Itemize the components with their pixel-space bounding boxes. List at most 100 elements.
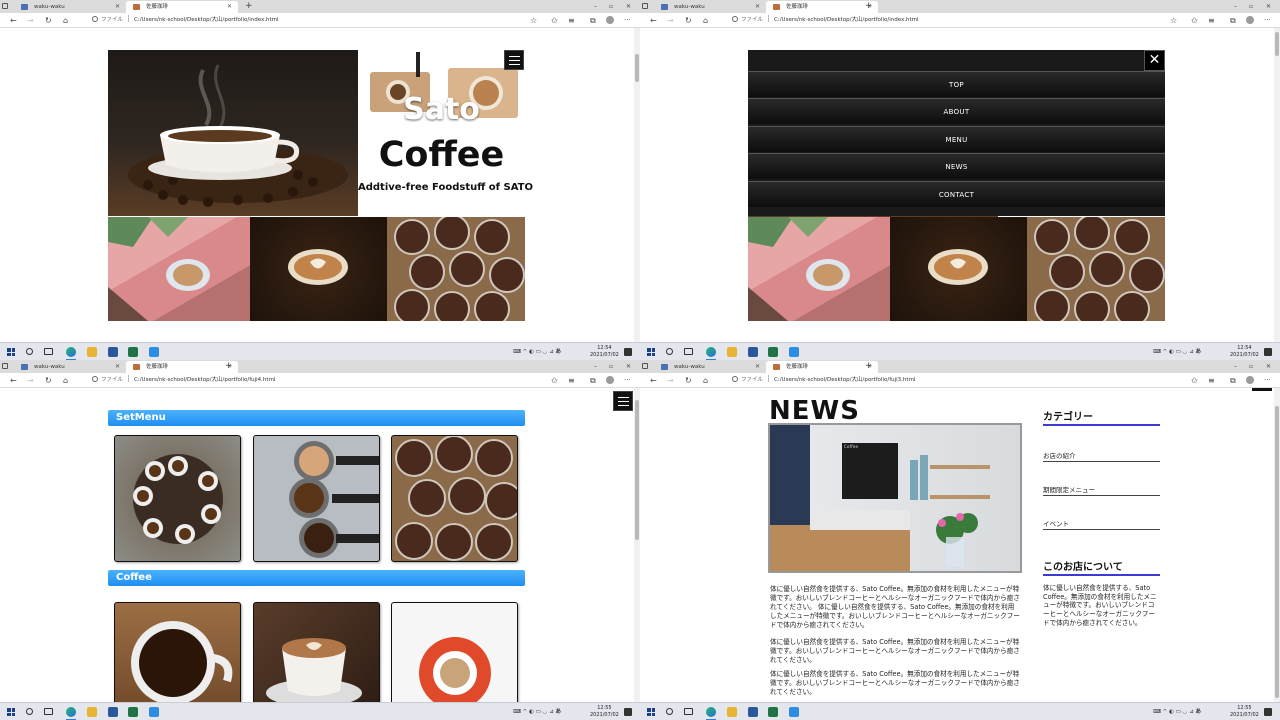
profile-avatar[interactable] xyxy=(1246,376,1254,384)
scrollbar[interactable] xyxy=(1274,388,1280,702)
profile-avatar[interactable] xyxy=(1246,16,1254,24)
favorites-icon[interactable]: ✩ xyxy=(551,373,558,388)
edge-icon[interactable] xyxy=(706,347,716,357)
tray-icons[interactable]: ⌨ ^ ◐ ▭ ◡ ⊿ あ xyxy=(513,343,561,360)
tab-sato-coffee[interactable]: 佐藤珈琲 ✕ xyxy=(766,361,878,373)
minimize-button[interactable]: – xyxy=(594,0,597,13)
ime-indicator[interactable]: あ xyxy=(555,349,561,355)
close-tab-icon[interactable]: ✕ xyxy=(115,361,120,373)
close-tab-icon[interactable]: ✕ xyxy=(755,361,760,373)
new-tab-button[interactable]: + xyxy=(245,0,253,13)
window-close-button[interactable]: ✕ xyxy=(626,360,631,373)
word-icon[interactable] xyxy=(108,707,118,717)
notification-icon[interactable] xyxy=(624,708,632,716)
forward-arrow-icon[interactable]: → xyxy=(27,373,34,388)
maximize-button[interactable]: ▫ xyxy=(609,0,613,13)
ime-indicator[interactable]: あ xyxy=(555,709,561,715)
scroll-thumb[interactable] xyxy=(635,400,639,540)
tab-sato-coffee[interactable]: 佐藤珈琲 ✕ xyxy=(126,361,238,373)
word-icon[interactable] xyxy=(108,347,118,357)
tab-wakuwaku[interactable]: waku-waku ✕ xyxy=(14,361,126,373)
collections-icon[interactable]: ⧉ xyxy=(1230,13,1236,28)
refresh-icon[interactable]: ↻ xyxy=(685,13,692,28)
category-link-limited-menu[interactable]: 期間限定メニュー xyxy=(1043,484,1160,496)
search-icon[interactable] xyxy=(26,348,33,355)
vscode-icon[interactable] xyxy=(149,707,159,717)
hamburger-menu-button[interactable] xyxy=(613,391,633,411)
file-explorer-icon[interactable] xyxy=(727,347,737,357)
scroll-thumb[interactable] xyxy=(1275,32,1279,56)
ime-indicator[interactable]: あ xyxy=(1195,709,1201,715)
edge-icon[interactable] xyxy=(706,707,716,717)
tab-sato-coffee[interactable]: 佐藤珈琲 ✕ xyxy=(126,1,238,13)
product-card-coffee-2[interactable] xyxy=(253,602,380,702)
windows-start-icon[interactable] xyxy=(7,348,15,356)
tab-sato-coffee[interactable]: 佐藤珈琲 ✕ xyxy=(766,1,878,13)
menu-item-top[interactable]: TOP xyxy=(748,71,1165,97)
windows-start-icon[interactable] xyxy=(647,708,655,716)
collections-icon[interactable]: ⧉ xyxy=(590,13,596,28)
windows-start-icon[interactable] xyxy=(7,708,15,716)
vscode-icon[interactable] xyxy=(789,707,799,717)
back-arrow-icon[interactable]: ← xyxy=(10,373,17,388)
task-view-icon[interactable] xyxy=(684,708,693,715)
edge-icon[interactable] xyxy=(66,347,76,357)
vscode-icon[interactable] xyxy=(789,347,799,357)
favorite-star-icon[interactable]: ☆ xyxy=(530,13,537,28)
search-icon[interactable] xyxy=(26,708,33,715)
reading-list-icon[interactable]: ≡ xyxy=(1208,373,1215,388)
product-card-coffee-3[interactable] xyxy=(391,602,518,702)
task-view-icon[interactable] xyxy=(684,348,693,355)
menu-item-news[interactable]: NEWS xyxy=(748,153,1165,179)
address-field[interactable]: ファイル C:/Users/nk-school/Desktop/大山/portfo… xyxy=(732,13,919,28)
forward-arrow-icon[interactable]: → xyxy=(667,13,674,28)
profile-avatar[interactable] xyxy=(606,16,614,24)
notification-icon[interactable] xyxy=(1264,348,1272,356)
favorites-icon[interactable]: ✩ xyxy=(551,13,558,28)
excel-icon[interactable] xyxy=(768,707,778,717)
home-icon[interactable]: ⌂ xyxy=(63,373,68,388)
hamburger-menu-button[interactable] xyxy=(1252,388,1272,391)
product-card-coffee-1[interactable] xyxy=(114,602,241,702)
back-arrow-icon[interactable]: ← xyxy=(650,373,657,388)
tab-actions-icon[interactable] xyxy=(2,363,8,369)
menu-item-menu[interactable]: MENU xyxy=(748,126,1165,152)
tray-icons[interactable]: ⌨ ^ ◐ ▭ ◡ ⊿ あ xyxy=(513,703,561,720)
tab-wakuwaku[interactable]: waku-waku ✕ xyxy=(654,1,766,13)
minimize-button[interactable]: – xyxy=(1234,360,1237,373)
scrollbar[interactable] xyxy=(1274,28,1280,342)
collections-icon[interactable]: ⧉ xyxy=(1230,373,1236,388)
new-tab-button[interactable]: + xyxy=(225,360,233,373)
forward-arrow-icon[interactable]: → xyxy=(667,373,674,388)
reading-list-icon[interactable]: ≡ xyxy=(568,13,575,28)
ime-indicator[interactable]: あ xyxy=(1195,349,1201,355)
reading-list-icon[interactable]: ≡ xyxy=(568,373,575,388)
clock[interactable]: 12:55 2021/07/02 xyxy=(590,705,619,719)
search-icon[interactable] xyxy=(666,708,673,715)
search-icon[interactable] xyxy=(666,348,673,355)
new-tab-button[interactable]: + xyxy=(865,360,873,373)
product-card-setmenu-2[interactable] xyxy=(253,435,380,562)
favorites-icon[interactable]: ✩ xyxy=(1191,373,1198,388)
edge-icon[interactable] xyxy=(66,707,76,717)
file-explorer-icon[interactable] xyxy=(87,347,97,357)
home-icon[interactable]: ⌂ xyxy=(703,13,708,28)
reading-list-icon[interactable]: ≡ xyxy=(1208,13,1215,28)
refresh-icon[interactable]: ↻ xyxy=(45,13,52,28)
address-field[interactable]: ファイル C:/Users/nk-school/Desktop/大山/portfo… xyxy=(732,373,915,388)
word-icon[interactable] xyxy=(748,707,758,717)
minimize-button[interactable]: – xyxy=(1234,0,1237,13)
clock[interactable]: 12:55 2021/07/02 xyxy=(1230,705,1259,719)
menu-item-contact[interactable]: CONTACT xyxy=(748,181,1165,207)
window-close-button[interactable]: ✕ xyxy=(1266,360,1271,373)
tab-actions-icon[interactable] xyxy=(642,363,648,369)
tab-wakuwaku[interactable]: waku-waku ✕ xyxy=(14,1,126,13)
address-field[interactable]: ファイル C:/Users/nk-school/Desktop/大山/portfo… xyxy=(92,373,275,388)
product-card-setmenu-1[interactable] xyxy=(114,435,241,562)
more-menu-icon[interactable]: ··· xyxy=(624,373,631,388)
scroll-thumb[interactable] xyxy=(635,54,639,82)
excel-icon[interactable] xyxy=(128,347,138,357)
task-view-icon[interactable] xyxy=(44,708,53,715)
word-icon[interactable] xyxy=(748,347,758,357)
clock[interactable]: 12:54 2021/07/02 xyxy=(1230,345,1259,359)
